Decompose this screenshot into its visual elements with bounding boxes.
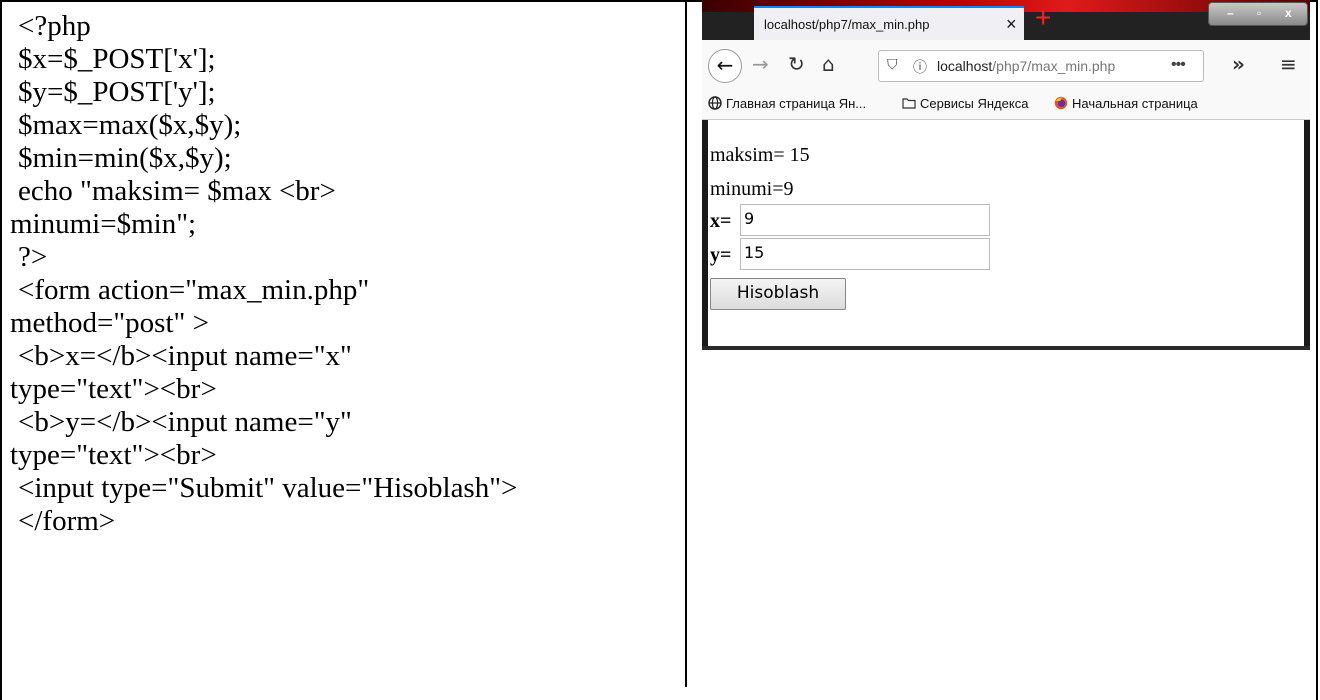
x-label: x= (710, 210, 732, 232)
bookmark-label: Начальная страница (1072, 96, 1198, 111)
browser-window: localhost/php7/max_min.php × + – ▫ x ← →… (702, 0, 1310, 350)
code-line: $min=min($x,$y); (18, 142, 232, 174)
php-code-cell: <?php $x=$_POST['x']; $y=$_POST['y']; $m… (10, 10, 678, 538)
bookmark-label: Главная страница Ян... (726, 96, 867, 111)
code-line: type="text"><br> (10, 439, 217, 471)
bookmark-item[interactable]: Начальная страница (1054, 96, 1198, 111)
code-line: <b>y=</b><input name="y" (18, 406, 352, 438)
maximize-icon[interactable]: ▫ (1257, 6, 1261, 20)
y-input[interactable]: 15 (740, 238, 990, 270)
tab-title: localhost/php7/max_min.php (764, 17, 930, 32)
bookmark-label: Сервисы Яндекса (920, 96, 1029, 111)
window-controls: – ▫ x (1208, 2, 1308, 26)
close-tab-icon[interactable]: × (1006, 14, 1017, 35)
code-line: $y=$_POST['y']; (18, 76, 216, 108)
url-bar[interactable]: ⛉ ⓘ localhost/php7/max_min.php ••• (878, 50, 1204, 82)
new-tab-icon[interactable]: + (1035, 4, 1051, 32)
tracking-shield-icon[interactable]: ⛉ (887, 57, 898, 73)
code-line: <input type="Submit" value="Hisoblash"> (18, 472, 518, 504)
browser-tab[interactable]: localhost/php7/max_min.php × (754, 6, 1024, 40)
page-content: maksim= 15 minumi=9 x= 9 y= 15 Hisoblash (708, 120, 1304, 346)
url-text: localhost/php7/max_min.php (937, 58, 1115, 74)
table-cell-divider (685, 0, 687, 687)
globe-icon (708, 96, 722, 110)
minimize-icon[interactable]: – (1227, 6, 1234, 20)
site-info-icon[interactable]: ⓘ (913, 57, 927, 77)
max-output: maksim= 15 (710, 144, 810, 166)
submit-button[interactable]: Hisoblash (710, 278, 846, 310)
home-icon[interactable]: ⌂ (822, 52, 835, 76)
bookmarks-toolbar: Главная страница Ян... Сервисы Яндекса Н… (702, 88, 1310, 120)
reload-icon[interactable]: ↻ (788, 52, 805, 76)
bookmark-item[interactable]: Сервисы Яндекса (902, 96, 1028, 111)
folder-icon (902, 98, 916, 109)
bookmark-item[interactable]: Главная страница Ян... (708, 96, 866, 111)
min-output: minumi=9 (710, 178, 794, 200)
code-line: $x=$_POST['x']; (18, 43, 216, 75)
close-window-icon[interactable]: x (1285, 6, 1292, 20)
back-icon[interactable]: ← (708, 49, 742, 83)
code-line: type="text"><br> (10, 373, 217, 405)
hamburger-menu-icon[interactable]: ≡ (1280, 52, 1297, 76)
code-line: $max=max($x,$y); (18, 109, 242, 141)
code-line: <?php (18, 10, 91, 42)
code-line: <form action="max_min.php" (18, 274, 370, 306)
forward-icon[interactable]: → (752, 52, 769, 76)
code-line: </form> (18, 505, 116, 537)
x-input[interactable]: 9 (740, 204, 990, 236)
code-line: <b>x=</b><input name="x" (18, 340, 352, 372)
overflow-menu-icon[interactable]: » (1232, 52, 1245, 76)
code-line: ?> (18, 241, 48, 273)
url-path: /php7/max_min.php (992, 58, 1116, 74)
code-line: minumi=$min"; (10, 208, 197, 240)
code-line: method="post" > (10, 307, 209, 339)
page-actions-icon[interactable]: ••• (1171, 56, 1186, 74)
window-bottom-edge (702, 346, 1310, 350)
url-host: localhost (937, 58, 993, 74)
firefox-icon (1054, 96, 1068, 110)
code-line: echo "maksim= $max <br> (18, 175, 336, 207)
y-label: y= (710, 244, 732, 266)
